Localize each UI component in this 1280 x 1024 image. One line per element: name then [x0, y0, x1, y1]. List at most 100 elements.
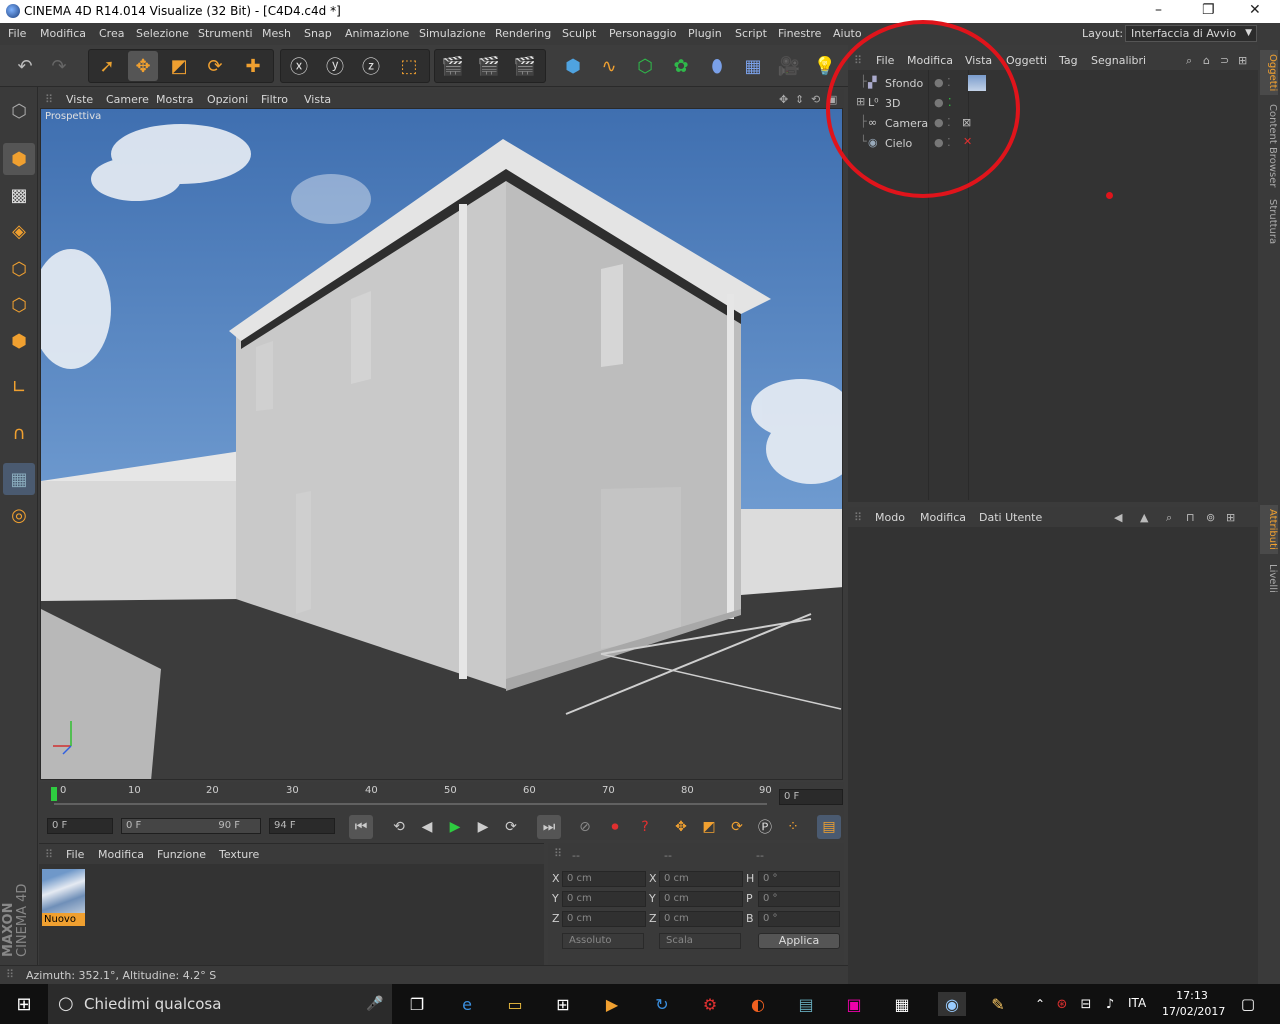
size-x-field[interactable]: 0 cm	[659, 871, 743, 887]
render-view-button[interactable]: 🎬	[438, 51, 468, 81]
tab-livelli[interactable]: Livelli	[1260, 560, 1278, 597]
tab-oggetti[interactable]: Oggetti	[1260, 50, 1278, 96]
settings-icon[interactable]: ⊚	[1206, 511, 1215, 524]
store-icon[interactable]: ⊞	[551, 992, 575, 1016]
search-icon[interactable]: ⌕	[1186, 54, 1192, 68]
viewport-menu-filtro[interactable]: Filtro	[261, 93, 288, 106]
play-button[interactable]: ▶	[443, 815, 467, 839]
menu-file[interactable]: File	[8, 27, 26, 40]
search-icon[interactable]: ⌕	[1166, 511, 1172, 525]
previous-key-button[interactable]: ⟲	[387, 815, 411, 839]
menu-rendering[interactable]: Rendering	[495, 27, 551, 40]
menu-strumenti[interactable]: Strumenti	[198, 27, 253, 40]
home-icon[interactable]: ⌂	[1203, 54, 1210, 67]
rotation-h-field[interactable]: 0 °	[758, 871, 840, 887]
up-arrow-icon[interactable]: ▲	[1140, 511, 1148, 524]
menu-mesh[interactable]: Mesh	[262, 27, 291, 40]
tray-network-icon[interactable]: ⊟	[1074, 992, 1098, 1016]
attribute-menu-modifica[interactable]: Modifica	[920, 511, 966, 524]
go-to-start-button[interactable]: ⏮	[349, 815, 373, 839]
x-axis-lock[interactable]: ⓧ	[284, 51, 314, 81]
material-swatch[interactable]: Nuovo	[42, 869, 85, 926]
render-picture-viewer-button[interactable]: 🎬	[474, 51, 504, 81]
axis-mode-button[interactable]: ∟	[3, 371, 35, 403]
tray-security-icon[interactable]: ⊛	[1050, 992, 1074, 1016]
array-button[interactable]: ✿	[666, 51, 696, 81]
microphone-icon[interactable]: 🎤	[366, 984, 383, 1024]
key-pla-toggle[interactable]: ⁘	[781, 815, 805, 839]
edges-mode-button[interactable]: ⬡	[3, 289, 35, 321]
link-icon[interactable]: ⊃	[1220, 54, 1229, 67]
rotation-b-field[interactable]: 0 °	[758, 911, 840, 927]
undo-button[interactable]: ↶	[10, 51, 40, 81]
menu-snap[interactable]: Snap	[304, 27, 332, 40]
make-editable-button[interactable]: ⬡	[3, 95, 35, 127]
close-button[interactable]: ✕	[1249, 2, 1261, 18]
cortana-search-box[interactable]: ○ Chiedimi qualcosa 🎤	[48, 984, 392, 1024]
menu-modifica[interactable]: Modifica	[40, 27, 86, 40]
end-frame-field[interactable]: 94 F	[269, 818, 335, 834]
perspective-viewport[interactable]: Prospettiva	[40, 108, 843, 780]
menu-sculpt[interactable]: Sculpt	[562, 27, 596, 40]
size-mode-select[interactable]: Scala	[659, 933, 741, 949]
size-y-field[interactable]: 0 cm	[659, 891, 743, 907]
tab-content-browser[interactable]: Content Browser	[1260, 100, 1278, 191]
paint-icon[interactable]: ✎	[986, 992, 1010, 1016]
restore-button[interactable]: ❐	[1202, 2, 1215, 18]
notepad-icon[interactable]: ▦	[890, 992, 914, 1016]
menu-crea[interactable]: Crea	[99, 27, 124, 40]
render-settings-button[interactable]: 🎬	[510, 51, 540, 81]
nurbs-button[interactable]: ⬡	[630, 51, 660, 81]
tray-volume-icon[interactable]: ♪	[1098, 992, 1122, 1016]
viewport-pan-icon[interactable]: ✥	[779, 93, 788, 106]
tab-struttura[interactable]: Struttura	[1260, 195, 1278, 248]
key-parameter-toggle[interactable]: Ⓟ	[753, 815, 777, 839]
deformer-button[interactable]: ⬮	[702, 51, 732, 81]
floor-button[interactable]: ▦	[738, 51, 768, 81]
viewport-menu-camere[interactable]: Camere	[106, 93, 149, 106]
timeline-window-button[interactable]: ▤	[817, 815, 841, 839]
file-explorer-icon[interactable]: ▭	[503, 992, 527, 1016]
minimize-button[interactable]: –	[1155, 2, 1162, 18]
material-menu-texture[interactable]: Texture	[219, 848, 259, 861]
frame-range-slider[interactable]: 0 F 90 F	[121, 818, 261, 834]
tab-attributi[interactable]: Attributi	[1260, 505, 1278, 554]
keyframe-selection-button[interactable]: ?	[633, 815, 657, 839]
camera-button[interactable]: 🎥	[774, 51, 804, 81]
start-frame-field[interactable]: 0 F	[47, 818, 113, 834]
model-mode-button[interactable]: ⬢	[3, 143, 35, 175]
workplane-lock-button[interactable]: ▦	[3, 463, 35, 495]
scale-tool[interactable]: ◩	[164, 51, 194, 81]
polygons-mode-button[interactable]: ⬢	[3, 325, 35, 357]
tray-chevron-up-icon[interactable]: ⌃	[1028, 992, 1052, 1016]
current-frame-field[interactable]: 0 F	[779, 789, 843, 805]
menu-script[interactable]: Script	[735, 27, 767, 40]
key-position-toggle[interactable]: ✥	[669, 815, 693, 839]
apply-button[interactable]: Applica	[758, 933, 840, 949]
snap-button[interactable]: ∩	[3, 417, 35, 449]
cinema4d-taskbar-icon[interactable]: ◉	[938, 992, 966, 1016]
object-menu-oggetti[interactable]: Oggetti	[1006, 54, 1047, 67]
material-menu-modifica[interactable]: Modifica	[98, 848, 144, 861]
material-menu-file[interactable]: File	[66, 848, 84, 861]
key-rotation-toggle[interactable]: ⟳	[725, 815, 749, 839]
notification-center-icon[interactable]: ▢	[1236, 992, 1260, 1016]
menu-selezione[interactable]: Selezione	[136, 27, 189, 40]
tray-clock[interactable]: 17:13 17/02/2017	[1162, 988, 1225, 1020]
next-key-button[interactable]: ⟳	[499, 815, 523, 839]
object-menu-segnalibri[interactable]: Segnalibri	[1091, 54, 1146, 67]
menu-finestre[interactable]: Finestre	[778, 27, 821, 40]
recent-tool[interactable]: ✚	[238, 51, 268, 81]
points-mode-button[interactable]: ⬡	[3, 253, 35, 285]
coordinate-system-toggle[interactable]: ⬚	[394, 51, 424, 81]
material-menu-funzione[interactable]: Funzione	[157, 848, 206, 861]
cube-object-button[interactable]: ⬢	[558, 51, 588, 81]
planar-workplane-button[interactable]: ◎	[3, 499, 35, 531]
presentation-icon[interactable]: ▣	[842, 992, 866, 1016]
lock-icon[interactable]: ⊓	[1186, 511, 1195, 524]
position-x-field[interactable]: 0 cm	[562, 871, 646, 887]
media-player-icon[interactable]: ▶	[600, 992, 624, 1016]
workplane-mode-button[interactable]: ◈	[3, 215, 35, 247]
rotate-tool[interactable]: ⟳	[200, 51, 230, 81]
viewport-menu-opzioni[interactable]: Opzioni	[207, 93, 248, 106]
